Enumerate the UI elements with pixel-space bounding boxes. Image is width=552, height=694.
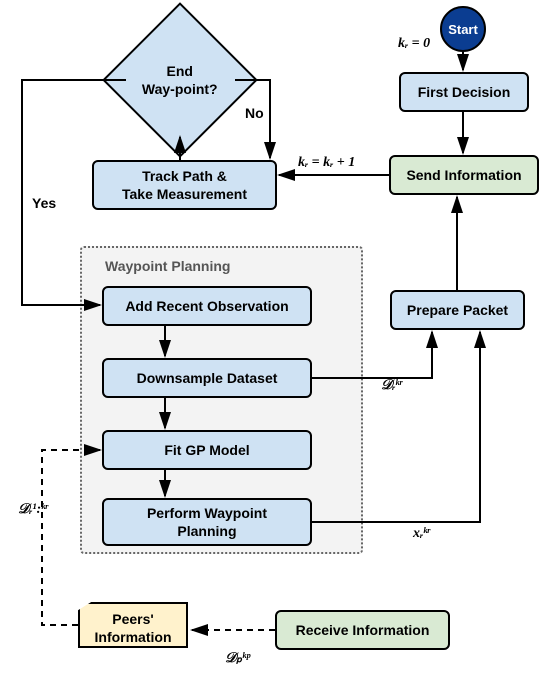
- fit-gp-label: Fit GP Model: [164, 441, 249, 459]
- init-kr-label: kᵣ = 0: [398, 36, 430, 52]
- downsample-label: Downsample Dataset: [137, 369, 278, 387]
- receive-info-label: Receive Information: [296, 621, 430, 639]
- add-obs-box: Add Recent Observation: [102, 286, 312, 326]
- inc-kr-label: kᵣ = kᵣ + 1: [298, 155, 355, 171]
- receive-info-box: Receive Information: [275, 610, 450, 650]
- prepare-packet-label: Prepare Packet: [407, 301, 508, 319]
- peers-info-label: Peers' Information: [95, 611, 172, 645]
- track-path-box: Track Path & Take Measurement: [92, 160, 277, 210]
- d-p-kp-label: 𝒟ₚᵏᵖ: [225, 650, 250, 667]
- perform-wp-label: Perform Waypoint Planning: [147, 504, 267, 540]
- track-path-label: Track Path & Take Measurement: [122, 167, 247, 203]
- start-label: Start: [448, 22, 478, 37]
- start-node: Start: [440, 6, 486, 52]
- yes-label: Yes: [32, 195, 56, 211]
- x-r-kr-label: xᵣᵏʳ: [413, 526, 430, 542]
- peers-info-note: Peers' Information: [78, 602, 188, 648]
- add-obs-label: Add Recent Observation: [125, 297, 288, 315]
- fit-gp-box: Fit GP Model: [102, 430, 312, 470]
- first-decision-box: First Decision: [399, 72, 529, 112]
- end-waypoint-label: End Way-point?: [142, 62, 218, 98]
- d-r-1kr-label: 𝒟ᵣ¹:ᵏʳ: [18, 502, 48, 518]
- waypoint-planning-title: Waypoint Planning: [105, 258, 230, 274]
- prepare-packet-box: Prepare Packet: [390, 290, 525, 330]
- first-decision-label: First Decision: [418, 83, 511, 101]
- no-label: No: [245, 105, 264, 121]
- send-info-label: Send Information: [406, 166, 521, 184]
- d-r-kr-label: 𝒟ᵣᵏʳ: [381, 378, 402, 394]
- send-info-box: Send Information: [389, 155, 539, 195]
- downsample-box: Downsample Dataset: [102, 358, 312, 398]
- perform-wp-box: Perform Waypoint Planning: [102, 498, 312, 546]
- end-waypoint-decision: End Way-point?: [102, 2, 258, 158]
